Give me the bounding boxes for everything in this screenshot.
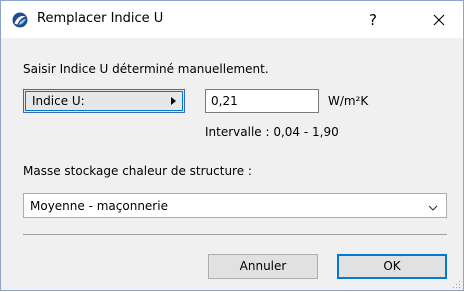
instruction-text: Saisir Indice U déterminé manuellement.	[23, 62, 269, 76]
help-button[interactable]: ?	[358, 7, 388, 33]
u-value-input[interactable]	[205, 89, 319, 113]
mass-storage-selected-value: Moyenne - maçonnerie	[30, 199, 168, 213]
arrow-right-icon	[171, 97, 176, 105]
chevron-down-icon	[428, 201, 438, 211]
mass-storage-label: Masse stockage chaleur de structure :	[23, 164, 252, 178]
cancel-button[interactable]: Annuler	[208, 254, 318, 279]
archicad-logo-icon	[12, 12, 28, 28]
close-button[interactable]	[424, 7, 454, 33]
divider	[23, 234, 447, 235]
dialog-window: Remplacer Indice U ? Saisir Indice U dét…	[0, 0, 464, 291]
ok-button[interactable]: OK	[337, 254, 447, 279]
dialog-title: Remplacer Indice U	[37, 11, 164, 26]
title-bar[interactable]: Remplacer Indice U ?	[1, 1, 463, 38]
mass-storage-select[interactable]: Moyenne - maçonnerie	[23, 193, 447, 218]
resize-grip-icon[interactable]	[451, 278, 461, 288]
unit-label: W/m²K	[328, 94, 369, 108]
indice-u-button[interactable]: Indice U:	[23, 89, 185, 113]
range-text: Intervalle : 0,04 - 1,90	[205, 125, 339, 139]
close-icon	[433, 14, 445, 26]
indice-u-label: Indice U:	[32, 94, 85, 108]
